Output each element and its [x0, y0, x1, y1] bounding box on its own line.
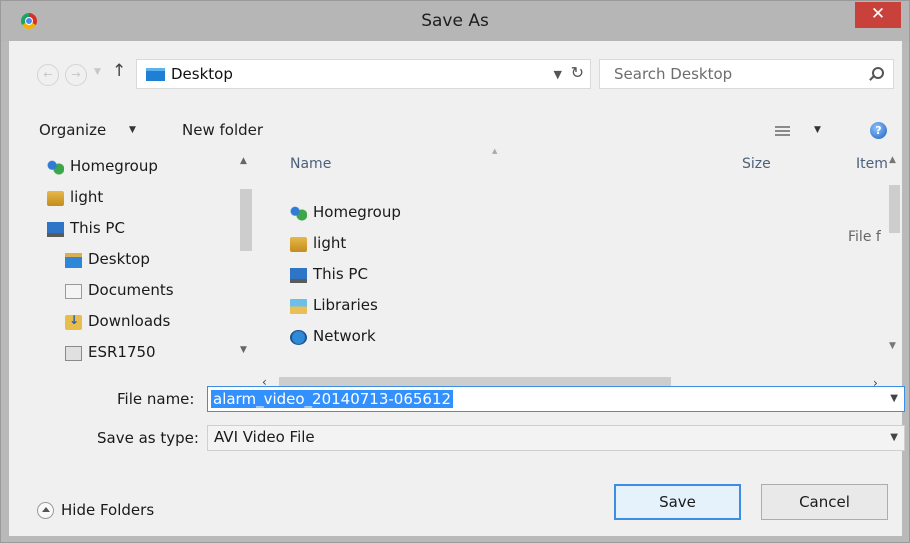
user-folder-icon	[47, 191, 64, 206]
scrollbar-thumb[interactable]	[240, 189, 252, 251]
nav-item-label: This PC	[70, 219, 125, 237]
list-item-type: File f	[848, 229, 881, 245]
refresh-button[interactable]: ↻	[571, 63, 584, 82]
file-name-field[interactable]: alarm_video_20140713-065612 ▼	[207, 386, 905, 412]
up-folder-button[interactable]: ↑	[112, 61, 126, 81]
file-name-value: alarm_video_20140713-065612	[211, 390, 454, 408]
chevron-down-icon[interactable]: ▼	[129, 125, 136, 135]
scroll-up-icon[interactable]: ▲	[889, 155, 896, 165]
libraries-icon	[290, 299, 307, 314]
help-icon[interactable]: ?	[870, 122, 887, 139]
downloads-icon	[65, 313, 82, 330]
nav-item-label: light	[70, 188, 104, 206]
nav-item-label: Homegroup	[70, 157, 158, 175]
list-item-label: light	[313, 234, 347, 252]
command-toolbar: Organize ▼ New folder ▼ ?	[9, 107, 902, 143]
list-item-label: Network	[313, 327, 376, 345]
search-icon[interactable]	[872, 67, 884, 79]
address-path: Desktop	[171, 65, 233, 83]
organize-menu[interactable]: Organize	[39, 121, 106, 139]
back-button[interactable]: ←	[37, 64, 59, 86]
network-icon	[290, 330, 307, 345]
save-button[interactable]: Save	[614, 484, 741, 520]
search-input[interactable]: Search Desktop	[599, 59, 894, 89]
homegroup-icon	[290, 206, 307, 221]
view-options-chevron-icon[interactable]: ▼	[814, 125, 821, 135]
save-type-select[interactable]: AVI Video File ▼	[207, 425, 905, 451]
scroll-up-icon[interactable]: ▲	[240, 156, 247, 166]
scroll-down-icon[interactable]: ▼	[240, 345, 247, 355]
list-item-label: Homegroup	[313, 203, 401, 221]
scrollbar-thumb[interactable]	[889, 185, 900, 233]
computer-icon	[290, 268, 307, 283]
dialog-title: Save As	[421, 11, 489, 31]
network-device-icon	[65, 346, 82, 361]
nav-item-label: ESR1750	[88, 343, 156, 361]
title-bar[interactable]: Save As ✕	[1, 1, 909, 41]
forward-button[interactable]: →	[65, 64, 87, 86]
column-header-item-type[interactable]: Item	[856, 156, 888, 172]
cancel-button[interactable]: Cancel	[761, 484, 888, 520]
desktop-folder-icon	[65, 253, 82, 268]
search-placeholder: Search Desktop	[614, 65, 733, 83]
nav-item-label: Documents	[88, 281, 174, 299]
homegroup-icon	[47, 160, 64, 175]
nav-item-label: Downloads	[88, 312, 171, 330]
desktop-folder-icon	[146, 68, 165, 81]
scroll-down-icon[interactable]: ▼	[889, 341, 896, 351]
documents-icon	[65, 284, 82, 299]
dialog-body: ← → ▼ ↑ Desktop ▼ ↻ Search Desktop Organ…	[9, 41, 905, 536]
chevron-down-icon[interactable]: ▼	[890, 432, 898, 443]
change-view-icon[interactable]	[775, 126, 790, 138]
list-item-label: This PC	[313, 265, 368, 283]
new-folder-button[interactable]: New folder	[182, 121, 263, 139]
close-button[interactable]: ✕	[855, 2, 901, 28]
address-bar[interactable]: Desktop ▼ ↻	[136, 59, 591, 89]
navigation-pane-scrollbar[interactable]: ▲ ▼	[233, 153, 259, 363]
computer-icon	[47, 222, 64, 237]
chevron-down-icon[interactable]: ▼	[890, 393, 898, 404]
list-item-label: Libraries	[313, 296, 378, 314]
hide-folders-label: Hide Folders	[61, 501, 155, 519]
sort-indicator-icon: ▲	[492, 147, 498, 155]
save-as-dialog: Save As ✕ ← → ▼ ↑ Desktop ▼ ↻ Search Des…	[0, 0, 910, 543]
address-history-chevron-icon[interactable]: ▼	[554, 68, 562, 81]
recent-locations-chevron-icon[interactable]: ▼	[94, 67, 101, 77]
column-header-name[interactable]: Name	[290, 156, 331, 172]
save-type-value: AVI Video File	[214, 428, 315, 446]
file-list: ▲ Name Size Item Homegroup light File f …	[272, 141, 902, 367]
file-list-vertical-scrollbar[interactable]: ▲ ▼	[886, 153, 902, 353]
nav-item-label: Desktop	[88, 250, 150, 268]
file-name-label: File name:	[117, 390, 195, 408]
column-header-size[interactable]: Size	[742, 156, 771, 172]
navigation-pane: Homegroup light This PC Desktop Document…	[47, 153, 262, 363]
collapse-up-icon	[37, 502, 54, 519]
save-type-label: Save as type:	[97, 429, 199, 447]
user-folder-icon	[290, 237, 307, 252]
